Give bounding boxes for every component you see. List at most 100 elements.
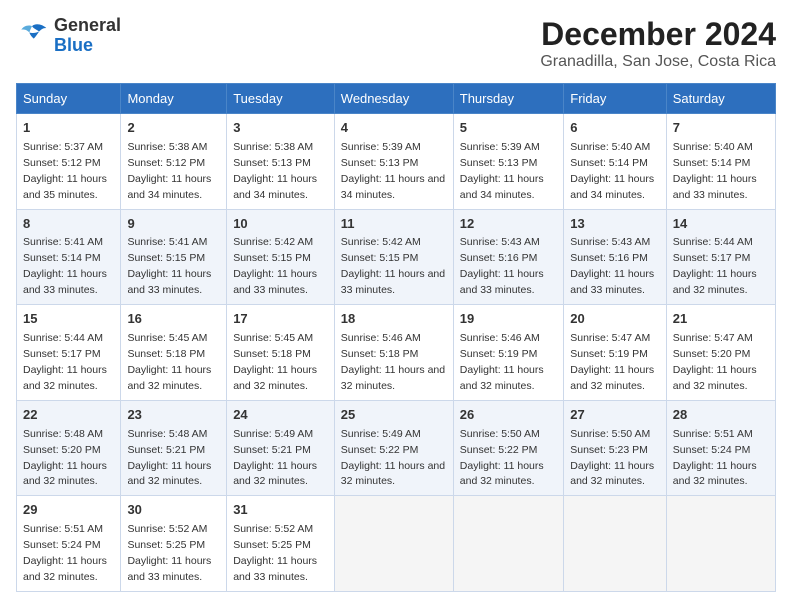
day-daylight: Daylight: 11 hours and 33 minutes. [127, 555, 211, 583]
day-sunset: Sunset: 5:19 PM [460, 348, 538, 360]
calendar-cell: 6Sunrise: 5:40 AMSunset: 5:14 PMDaylight… [564, 114, 667, 210]
calendar-cell: 22Sunrise: 5:48 AMSunset: 5:20 PMDayligh… [17, 400, 121, 496]
day-number: 25 [341, 406, 447, 425]
day-sunset: Sunset: 5:13 PM [233, 157, 311, 169]
day-sunset: Sunset: 5:21 PM [233, 444, 311, 456]
day-daylight: Daylight: 11 hours and 33 minutes. [233, 555, 317, 583]
day-daylight: Daylight: 11 hours and 32 minutes. [673, 364, 757, 392]
day-sunrise: Sunrise: 5:51 AM [673, 428, 753, 440]
calendar-cell [334, 496, 453, 592]
day-sunset: Sunset: 5:14 PM [570, 157, 648, 169]
day-number: 27 [570, 406, 660, 425]
day-number: 10 [233, 215, 328, 234]
day-daylight: Daylight: 11 hours and 34 minutes. [341, 173, 445, 201]
day-sunset: Sunset: 5:17 PM [23, 348, 101, 360]
calendar-cell: 27Sunrise: 5:50 AMSunset: 5:23 PMDayligh… [564, 400, 667, 496]
day-number: 23 [127, 406, 220, 425]
day-number: 13 [570, 215, 660, 234]
day-number: 1 [23, 119, 114, 138]
header-wednesday: Wednesday [334, 84, 453, 114]
header-friday: Friday [564, 84, 667, 114]
calendar-cell: 31 Sunrise: 5:52 AM Sunset: 5:25 PM Dayligh… [227, 496, 335, 592]
calendar-cell: 7Sunrise: 5:40 AMSunset: 5:14 PMDaylight… [666, 114, 775, 210]
day-sunrise: Sunrise: 5:40 AM [570, 141, 650, 153]
day-number: 15 [23, 310, 114, 329]
day-daylight: Daylight: 11 hours and 32 minutes. [673, 460, 757, 488]
day-sunrise: Sunrise: 5:43 AM [570, 236, 650, 248]
calendar-cell: 12Sunrise: 5:43 AMSunset: 5:16 PMDayligh… [453, 209, 563, 305]
day-sunrise: Sunrise: 5:46 AM [341, 332, 421, 344]
day-sunrise: Sunrise: 5:37 AM [23, 141, 103, 153]
day-number: 20 [570, 310, 660, 329]
day-sunrise: Sunrise: 5:44 AM [673, 236, 753, 248]
day-daylight: Daylight: 11 hours and 34 minutes. [570, 173, 654, 201]
day-sunset: Sunset: 5:17 PM [673, 252, 751, 264]
day-sunset: Sunset: 5:23 PM [570, 444, 648, 456]
calendar-cell: 16Sunrise: 5:45 AMSunset: 5:18 PMDayligh… [121, 305, 227, 401]
calendar-week-row: 29Sunrise: 5:51 AMSunset: 5:24 PMDayligh… [17, 496, 776, 592]
day-daylight: Daylight: 11 hours and 33 minutes. [673, 173, 757, 201]
day-daylight: Daylight: 11 hours and 33 minutes. [460, 268, 544, 296]
calendar-cell: 3Sunrise: 5:38 AMSunset: 5:13 PMDaylight… [227, 114, 335, 210]
day-number: 4 [341, 119, 447, 138]
day-daylight: Daylight: 11 hours and 32 minutes. [233, 460, 317, 488]
calendar-cell: 4Sunrise: 5:39 AMSunset: 5:13 PMDaylight… [334, 114, 453, 210]
day-number: 14 [673, 215, 769, 234]
day-sunrise: Sunrise: 5:47 AM [570, 332, 650, 344]
day-number: 7 [673, 119, 769, 138]
day-sunset: Sunset: 5:15 PM [127, 252, 205, 264]
day-sunrise: Sunrise: 5:41 AM [23, 236, 103, 248]
day-sunset: Sunset: 5:14 PM [23, 252, 101, 264]
month-year-title: December 2024 [540, 16, 776, 53]
day-sunrise: Sunrise: 5:52 AM [127, 523, 207, 535]
logo-text: General Blue [54, 16, 121, 56]
day-daylight: Daylight: 11 hours and 34 minutes. [127, 173, 211, 201]
day-daylight: Daylight: 11 hours and 35 minutes. [23, 173, 107, 201]
day-daylight: Daylight: 11 hours and 32 minutes. [341, 460, 445, 488]
calendar-cell: 28Sunrise: 5:51 AMSunset: 5:24 PMDayligh… [666, 400, 775, 496]
day-daylight: Daylight: 11 hours and 32 minutes. [127, 460, 211, 488]
day-daylight: Daylight: 11 hours and 32 minutes. [23, 555, 107, 583]
calendar-cell: 20Sunrise: 5:47 AMSunset: 5:19 PMDayligh… [564, 305, 667, 401]
calendar-cell: 11Sunrise: 5:42 AMSunset: 5:15 PMDayligh… [334, 209, 453, 305]
calendar-cell: 8Sunrise: 5:41 AMSunset: 5:14 PMDaylight… [17, 209, 121, 305]
calendar-cell [666, 496, 775, 592]
day-sunrise: Sunrise: 5:39 AM [460, 141, 540, 153]
day-sunrise: Sunrise: 5:49 AM [341, 428, 421, 440]
day-sunset: Sunset: 5:12 PM [127, 157, 205, 169]
calendar-cell [564, 496, 667, 592]
header-thursday: Thursday [453, 84, 563, 114]
calendar-cell: 10Sunrise: 5:42 AMSunset: 5:15 PMDayligh… [227, 209, 335, 305]
day-number: 31 [233, 501, 328, 520]
day-daylight: Daylight: 11 hours and 32 minutes. [23, 460, 107, 488]
day-daylight: Daylight: 11 hours and 33 minutes. [127, 268, 211, 296]
calendar-cell: 18Sunrise: 5:46 AMSunset: 5:18 PMDayligh… [334, 305, 453, 401]
day-sunrise: Sunrise: 5:39 AM [341, 141, 421, 153]
day-sunset: Sunset: 5:18 PM [341, 348, 419, 360]
calendar-cell: 29Sunrise: 5:51 AMSunset: 5:24 PMDayligh… [17, 496, 121, 592]
day-sunset: Sunset: 5:20 PM [23, 444, 101, 456]
calendar-cell [453, 496, 563, 592]
day-sunrise: Sunrise: 5:49 AM [233, 428, 313, 440]
day-sunrise: Sunrise: 5:43 AM [460, 236, 540, 248]
day-number: 24 [233, 406, 328, 425]
day-daylight: Daylight: 11 hours and 32 minutes. [233, 364, 317, 392]
calendar-cell: 1Sunrise: 5:37 AMSunset: 5:12 PMDaylight… [17, 114, 121, 210]
calendar-cell: 15Sunrise: 5:44 AMSunset: 5:17 PMDayligh… [17, 305, 121, 401]
day-sunset: Sunset: 5:22 PM [460, 444, 538, 456]
calendar-cell: 26Sunrise: 5:50 AMSunset: 5:22 PMDayligh… [453, 400, 563, 496]
day-sunrise: Sunrise: 5:38 AM [127, 141, 207, 153]
day-sunset: Sunset: 5:19 PM [570, 348, 648, 360]
day-sunrise: Sunrise: 5:44 AM [23, 332, 103, 344]
calendar-week-row: 8Sunrise: 5:41 AMSunset: 5:14 PMDaylight… [17, 209, 776, 305]
day-daylight: Daylight: 11 hours and 32 minutes. [127, 364, 211, 392]
day-sunrise: Sunrise: 5:38 AM [233, 141, 313, 153]
day-sunrise: Sunrise: 5:40 AM [673, 141, 753, 153]
day-sunrise: Sunrise: 5:48 AM [127, 428, 207, 440]
day-sunrise: Sunrise: 5:52 AM [233, 523, 313, 535]
calendar-week-row: 1 Sunrise: 5:37 AM Sunset: 5:12 PM Daylight… [17, 114, 776, 210]
calendar-cell: 14Sunrise: 5:44 AMSunset: 5:17 PMDayligh… [666, 209, 775, 305]
day-number: 17 [233, 310, 328, 329]
calendar-header-row: SundayMondayTuesdayWednesdayThursdayFrid… [17, 84, 776, 114]
day-sunset: Sunset: 5:25 PM [233, 539, 311, 551]
